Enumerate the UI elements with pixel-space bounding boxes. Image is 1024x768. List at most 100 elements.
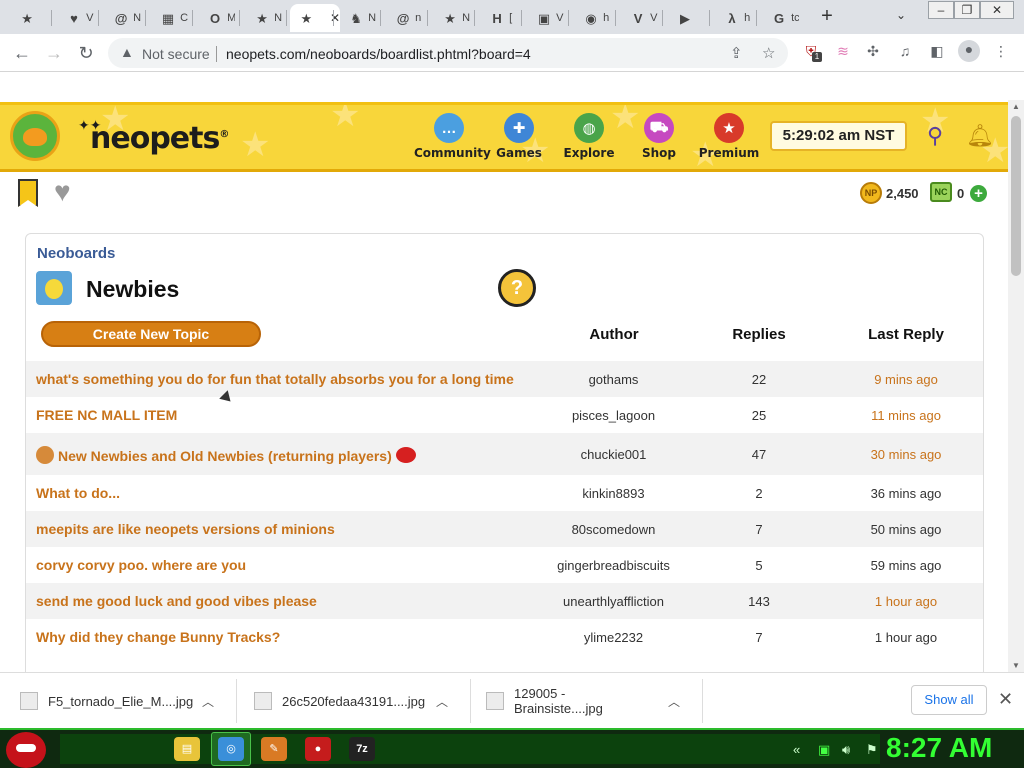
browser-tab[interactable]: ▣ V (527, 4, 564, 32)
scroll-up-icon[interactable]: ▲ (1008, 102, 1024, 111)
tab-separator (521, 10, 522, 26)
7zip-icon[interactable]: 7z (349, 737, 375, 761)
menu-kebab-icon[interactable]: ⋮ (992, 42, 1010, 60)
browser-tab[interactable]: Gtc (762, 4, 799, 32)
download-item[interactable]: 26c520fedaa43191....jpg ︿ (254, 673, 448, 729)
reload-icon[interactable]: ↻ (74, 41, 98, 65)
page-scrollbar[interactable]: ▲ ▼ (1008, 100, 1024, 672)
topic-replies: 143 (748, 594, 770, 609)
tab-search-icon[interactable]: ⌄ (896, 8, 906, 22)
chevron-up-icon[interactable]: ︿ (202, 693, 214, 710)
browser-tab[interactable]: ▦ C (151, 4, 188, 32)
angry-bird-icon[interactable]: ● (305, 737, 331, 761)
download-item[interactable]: 129005 - Brainsiste....jpg ︿ (486, 673, 680, 729)
back-icon[interactable]: ← (10, 41, 34, 65)
restore-button[interactable]: ❐ (954, 1, 980, 19)
topic-link[interactable]: What to do... (36, 485, 120, 501)
bookmark-star-icon[interactable]: ☆ (762, 44, 775, 62)
show-all-downloads-button[interactable]: Show all (911, 685, 987, 715)
download-separator (470, 679, 471, 723)
network-icon[interactable]: ▣ (818, 742, 830, 758)
topic-link[interactable]: meepits are like neopets versions of min… (36, 521, 335, 537)
browser-tab[interactable]: @ n (386, 4, 423, 32)
browser-tab[interactable]: @ N (104, 4, 141, 32)
create-topic-button[interactable]: Create New Topic (41, 321, 261, 347)
topic-last-reply[interactable]: 1 hour ago (851, 594, 961, 609)
forward-icon[interactable]: → (42, 41, 66, 65)
taskbar-clock[interactable]: 8:27 AM (886, 732, 992, 764)
chrome-icon[interactable]: ◎ (218, 737, 244, 761)
browser-tab[interactable]: ★ (10, 4, 47, 32)
chevron-up-icon[interactable]: ︿ (436, 693, 448, 710)
topic-last-reply[interactable]: 30 mins ago (851, 447, 961, 462)
browser-tab[interactable]: ▶ (668, 4, 705, 32)
topic-link[interactable]: send me good luck and good vibes please (36, 593, 317, 609)
mascot-icon[interactable] (10, 111, 60, 161)
browser-tab[interactable]: ★ N (245, 4, 282, 32)
scroll-down-icon[interactable]: ▼ (1008, 661, 1024, 670)
browser-tab[interactable]: VV (621, 4, 658, 32)
scroll-thumb[interactable] (1011, 116, 1021, 276)
search-icon[interactable]: ⚲ (920, 121, 950, 151)
topic-author[interactable]: chuckie001 (536, 447, 691, 462)
volume-icon[interactable]: 🔊︎ (842, 742, 850, 758)
start-button[interactable] (6, 732, 46, 768)
tray-arrow-icon[interactable]: « (793, 742, 800, 757)
tab-title: h (744, 12, 751, 24)
side-panel-icon[interactable]: ◧ (928, 42, 946, 60)
chevron-up-icon[interactable]: ︿ (668, 693, 680, 710)
add-neocash-button[interactable]: + (970, 185, 987, 202)
bookmark-icon[interactable] (18, 179, 38, 207)
new-tab-button[interactable]: + (817, 6, 837, 28)
topic-last-reply[interactable]: 9 mins ago (851, 372, 961, 387)
browser-tab[interactable]: OM (198, 4, 235, 32)
topic-author[interactable]: gothams (536, 372, 691, 387)
topic-link[interactable]: what's something you do for fun that tot… (36, 371, 514, 387)
nav-explore[interactable]: ◍ Explore (554, 113, 624, 160)
url-text[interactable]: neopets.com/neoboards/boardlist.phtml?bo… (226, 46, 531, 62)
browser-tab[interactable]: ◉ h (574, 4, 611, 32)
omnibox-divider (216, 46, 217, 62)
topic-link[interactable]: FREE NC MALL ITEM (36, 407, 177, 423)
tab-separator (333, 10, 334, 26)
tab-title: V (556, 12, 564, 24)
nav-premium[interactable]: ★ Premium (694, 113, 764, 160)
flag-extension-icon[interactable]: ≋ (834, 42, 852, 60)
topic-author[interactable]: kinkin8893 (536, 486, 691, 501)
folder-icon[interactable]: ▤ (174, 737, 200, 761)
minimize-button[interactable]: – (928, 1, 954, 19)
help-button[interactable]: ? (498, 269, 536, 307)
paint-icon[interactable]: ✎ (261, 737, 287, 761)
nav-shop[interactable]: ⛟ Shop (624, 113, 694, 160)
browser-tab[interactable]: ♥ V (57, 4, 94, 32)
extensions-puzzle-icon[interactable]: ✣ (864, 42, 882, 60)
share-icon[interactable]: ⇪ (730, 44, 743, 62)
browser-tab[interactable]: ♞ N (339, 4, 376, 32)
browser-tab[interactable]: λh (715, 4, 752, 32)
notification-bell-icon[interactable]: 🔔︎ (965, 121, 995, 151)
topic-author[interactable]: unearthlyaffliction (536, 594, 691, 609)
topic-link[interactable]: New Newbies and Old Newbies (returning p… (36, 446, 416, 464)
browser-tab[interactable]: ★ N (433, 4, 470, 32)
window-close-button[interactable]: ✕ (980, 1, 1014, 19)
topic-author[interactable]: 80scomedown (536, 522, 691, 537)
tab-separator (615, 10, 616, 26)
topic-link[interactable]: Why did they change Bunny Tracks? (36, 629, 280, 645)
breadcrumb[interactable]: Neoboards (37, 245, 115, 262)
topic-last-reply[interactable]: 11 mins ago (851, 408, 961, 423)
topic-author[interactable]: ylime2232 (536, 630, 691, 645)
address-bar[interactable]: ▲ Not secure neopets.com/neoboards/board… (108, 38, 788, 68)
favorite-heart-icon[interactable]: ♥ (54, 176, 71, 208)
nav-games[interactable]: ✚ Games (484, 113, 554, 160)
download-item[interactable]: F5_tornado_Elie_M....jpg ︿ (20, 673, 214, 729)
topic-link[interactable]: corvy corvy poo. where are you (36, 557, 246, 573)
browser-tab[interactable]: H[ (480, 4, 517, 32)
tray-flag-icon[interactable]: ⚑ (866, 742, 878, 758)
neopets-logo[interactable]: neopets® (90, 121, 229, 156)
nav-community[interactable]: … Community (414, 113, 491, 160)
topic-author[interactable]: gingerbreadbiscuits (536, 558, 691, 573)
topic-author[interactable]: pisces_lagoon (536, 408, 691, 423)
media-control-icon[interactable]: ♫ (896, 42, 914, 60)
close-shelf-icon[interactable]: ✕ (998, 689, 1013, 710)
profile-avatar-icon[interactable]: ● (958, 40, 980, 62)
